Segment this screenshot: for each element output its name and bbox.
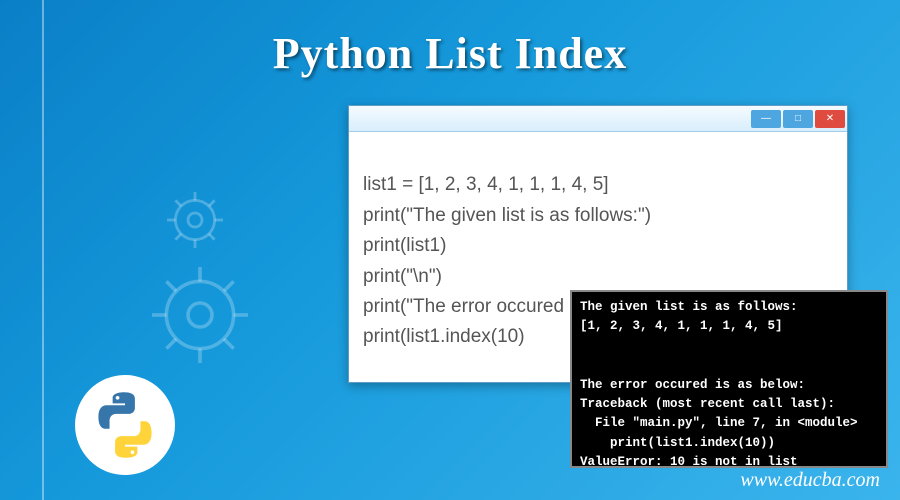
- python-logo-circle: [75, 375, 175, 475]
- terminal-line: print(list1.index(10)): [580, 436, 775, 450]
- terminal-output: The given list is as follows: [1, 2, 3, …: [570, 290, 888, 468]
- gear-icon-large: [140, 255, 260, 375]
- close-button[interactable]: ✕: [815, 110, 845, 128]
- minimize-button[interactable]: —: [751, 110, 781, 128]
- terminal-line: Traceback (most recent call last):: [580, 397, 835, 411]
- code-line: print("The given list is as follows:"): [363, 205, 651, 226]
- website-url: www.educba.com: [740, 469, 880, 492]
- code-line: list1 = [1, 2, 3, 4, 1, 1, 1, 4, 5]: [363, 174, 609, 195]
- code-line: print("\n"): [363, 266, 442, 287]
- code-line: print(list1.index(10): [363, 326, 525, 347]
- terminal-line: ValueError: 10 is not in list: [580, 455, 798, 469]
- decorative-vertical-line: [42, 0, 44, 500]
- terminal-line: The error occured is as below:: [580, 378, 805, 392]
- terminal-line: The given list is as follows:: [580, 300, 798, 314]
- gear-icon-small: [160, 185, 230, 255]
- window-titlebar: — □ ✕: [349, 106, 847, 132]
- terminal-line: File "main.py", line 7, in <module>: [580, 416, 858, 430]
- maximize-button[interactable]: □: [783, 110, 813, 128]
- page-title: Python List Index: [273, 28, 627, 79]
- python-icon: [91, 391, 159, 459]
- code-line: print(list1): [363, 235, 446, 256]
- terminal-line: [1, 2, 3, 4, 1, 1, 1, 4, 5]: [580, 319, 783, 333]
